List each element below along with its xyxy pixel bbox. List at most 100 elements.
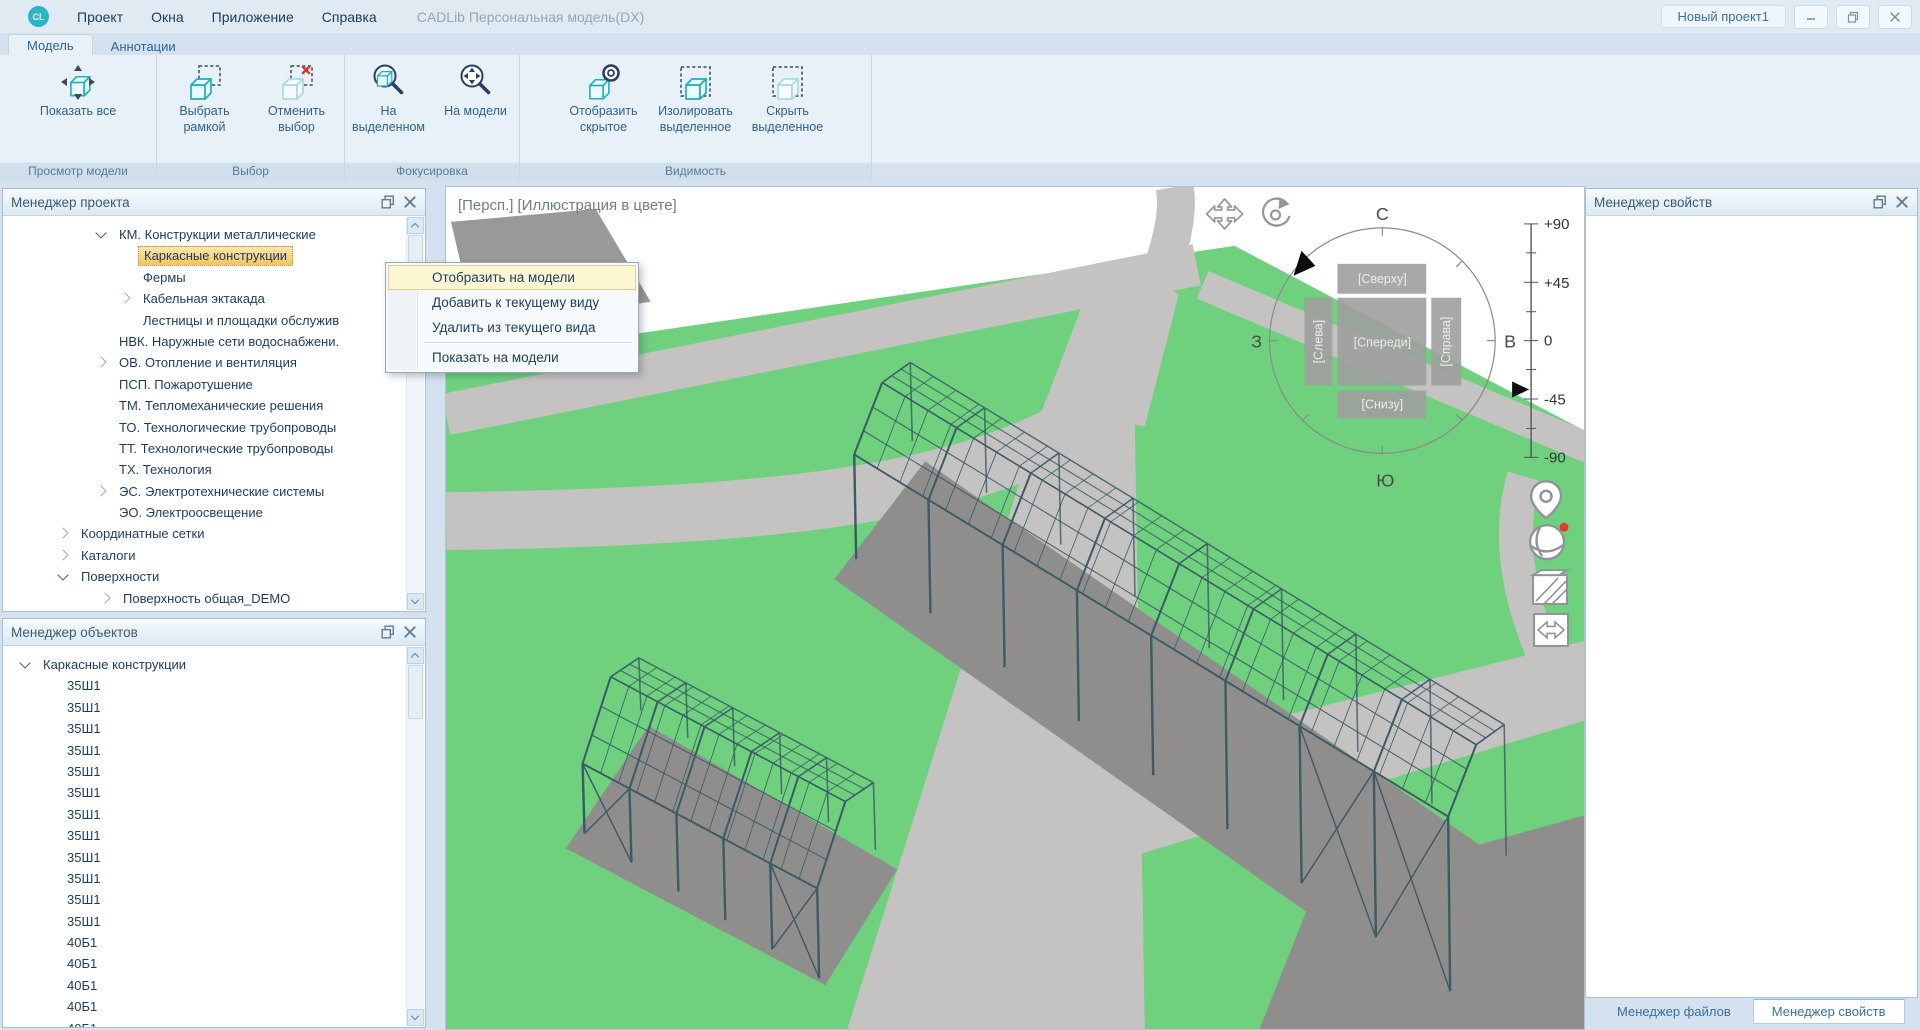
compass-east-label[interactable]: В [1504, 332, 1516, 352]
zoom-model-button[interactable]: На модели [432, 59, 519, 120]
close-panel-button[interactable] [403, 625, 417, 639]
close-panel-button[interactable] [403, 195, 417, 209]
scroll-up-button[interactable] [407, 217, 424, 234]
chevron-right-icon[interactable] [57, 528, 68, 539]
compass-south-label[interactable]: Ю [1376, 470, 1394, 490]
tree-row[interactable]: 40Б1 [3, 996, 407, 1017]
ribbon-tab-модель[interactable]: Модель [8, 34, 93, 56]
app-logo-icon[interactable]: CL [28, 6, 49, 27]
tree-row[interactable]: Фермы [3, 267, 407, 288]
tree-row[interactable]: ТХ. Технология [3, 459, 407, 480]
cube-move-button[interactable]: Показать все [13, 59, 143, 120]
close-panel-button[interactable] [1895, 195, 1909, 209]
tree-item-selected[interactable]: Каркасные конструкции [138, 246, 293, 266]
chevron-right-icon[interactable] [119, 293, 130, 304]
chevron-right-icon[interactable] [57, 549, 68, 560]
tree-row[interactable]: ОВ. Отопление и вентиляция [3, 352, 407, 373]
tree-row[interactable]: ЭС. Электротехнические системы [3, 481, 407, 502]
hide-selected-button[interactable]: Скрыть выделенное [742, 59, 834, 135]
tree-item-label[interactable]: 40Б1 [67, 996, 97, 1017]
tree-row[interactable]: ТМ. Тепломеханические решения [3, 395, 407, 416]
tree-row[interactable]: 35Ш1 [3, 718, 407, 739]
tree-item-label[interactable]: 40Б1 [67, 932, 97, 953]
tree-row[interactable]: ТО. Технологические трубопроводы [3, 417, 407, 438]
tree-item-label[interactable]: 35Ш1 [67, 782, 101, 803]
tree-item-label[interactable]: ТО. Технологические трубопроводы [119, 417, 336, 438]
tree-row[interactable]: ПСП. Пожаротушение [3, 374, 407, 395]
chevron-down-icon[interactable] [57, 570, 68, 581]
tree-row[interactable]: Координатные сетки [3, 523, 407, 544]
tree-row[interactable]: Каталоги [3, 545, 407, 566]
dock-tab[interactable]: Менеджер свойств [1753, 999, 1905, 1024]
tree-row[interactable]: 40Б1 [3, 1018, 407, 1027]
tree-item-label[interactable]: ТМ. Тепломеханические решения [119, 395, 323, 416]
tree-item-label[interactable]: Координатные сетки [81, 523, 204, 544]
ribbon-tab-аннотации[interactable]: Аннотации [93, 36, 194, 56]
tree-row[interactable]: 35Ш1 [3, 675, 407, 696]
tree-item-label[interactable]: 40Б1 [67, 975, 97, 996]
tree-item-label[interactable]: 35Ш1 [67, 911, 101, 932]
tree-row[interactable]: 35Ш1 [3, 697, 407, 718]
tree-row[interactable]: 35Ш1 [3, 782, 407, 803]
tree-item-label[interactable]: КМ. Конструкции металлические [119, 224, 316, 245]
menu-item-окна[interactable]: Окна [137, 9, 198, 25]
tree-row[interactable]: 35Ш1 [3, 847, 407, 868]
cube-select-button[interactable]: Выбрать рамкой [159, 59, 251, 135]
tree-item-label[interactable]: 35Ш1 [67, 889, 101, 910]
chevron-right-icon[interactable] [95, 357, 106, 368]
tree-item-label[interactable]: ЭС. Электротехнические системы [119, 481, 324, 502]
tree-item-label[interactable]: 40Б1 [67, 1018, 97, 1027]
tree-row[interactable]: Каркасные конструкции [3, 245, 407, 266]
context-menu-item[interactable]: Удалить из текущего вида [388, 315, 636, 340]
menu-item-справка[interactable]: Справка [308, 9, 391, 25]
scroll-down-button[interactable] [407, 1009, 424, 1026]
tree-item-label[interactable]: ТХ. Технология [119, 459, 212, 480]
context-menu-item[interactable]: Отобразить на модели [388, 265, 636, 290]
scroll-up-button[interactable] [407, 647, 424, 664]
minimize-button[interactable] [1794, 5, 1828, 29]
tree-row[interactable]: ТТ. Технологические трубопроводы [3, 438, 407, 459]
float-panel-button[interactable] [1873, 195, 1887, 209]
chevron-right-icon[interactable] [95, 485, 106, 496]
display-mode-cube-icon[interactable] [1533, 570, 1567, 604]
compass-north-label[interactable]: С [1376, 204, 1389, 224]
tree-item-label[interactable]: НВК. Наружные сети водоснабжени. [119, 331, 339, 352]
zoom-selected-button[interactable]: На выделенном [345, 59, 432, 135]
tree-item-label[interactable]: Поверхность общая_DEMO [123, 588, 290, 609]
tree-item-label[interactable]: 35Ш1 [67, 675, 101, 696]
tree-item-label[interactable]: ОВ. Отопление и вентиляция [119, 352, 297, 373]
compass-west-label[interactable]: З [1251, 332, 1262, 352]
show-hidden-button[interactable]: Отобразить скрытое [558, 59, 650, 135]
tree-item-label[interactable]: ТТ. Технологические трубопроводы [119, 438, 333, 459]
tree-item-label[interactable]: 35Ш1 [67, 825, 101, 846]
close-button[interactable] [1878, 5, 1912, 29]
tree-item-label[interactable]: 35Ш1 [67, 804, 101, 825]
tree-item-label[interactable]: Каталоги [81, 545, 136, 566]
tree-item-label[interactable]: 35Ш1 [67, 868, 101, 889]
tree-item-label[interactable]: Кабельная эктакада [143, 288, 265, 309]
menu-item-проект[interactable]: Проект [63, 9, 137, 25]
tree-row[interactable]: 35Ш1 [3, 740, 407, 761]
tree-row[interactable]: НВК. Наружные сети водоснабжени. [3, 331, 407, 352]
tree-item-label[interactable]: 35Ш1 [67, 761, 101, 782]
tree-item-label[interactable]: 40Б1 [67, 953, 97, 974]
tree-item-label[interactable]: Фермы [143, 267, 186, 288]
object-tree-scrollbar[interactable] [406, 647, 424, 1026]
tree-item-label[interactable]: Каркасные конструкции [43, 654, 186, 675]
restore-button[interactable] [1836, 5, 1870, 29]
isolate-selected-button[interactable]: Изолировать выделенное [650, 59, 742, 135]
tree-row[interactable]: 40Б1 [3, 975, 407, 996]
tree-row[interactable]: 40Б1 [3, 953, 407, 974]
tree-row[interactable]: 35Ш1 [3, 761, 407, 782]
tree-item-label[interactable]: 35Ш1 [67, 740, 101, 761]
tree-row[interactable]: ЭО. Электроосвещение [3, 502, 407, 523]
tree-item-label[interactable]: Лестницы и площадки обслужив [143, 310, 339, 331]
tree-item-label[interactable]: 35Ш1 [67, 847, 101, 868]
tree-row[interactable]: 35Ш1 [3, 804, 407, 825]
tree-row[interactable]: Каркасные конструкции [3, 654, 407, 675]
tree-item-label[interactable]: 35Ш1 [67, 697, 101, 718]
chevron-down-icon[interactable] [95, 227, 106, 238]
dock-tab[interactable]: Менеджер файлов [1599, 1000, 1749, 1023]
tree-item-label[interactable]: ПСП. Пожаротушение [119, 374, 253, 395]
tree-row[interactable]: Поверхности [3, 566, 407, 587]
